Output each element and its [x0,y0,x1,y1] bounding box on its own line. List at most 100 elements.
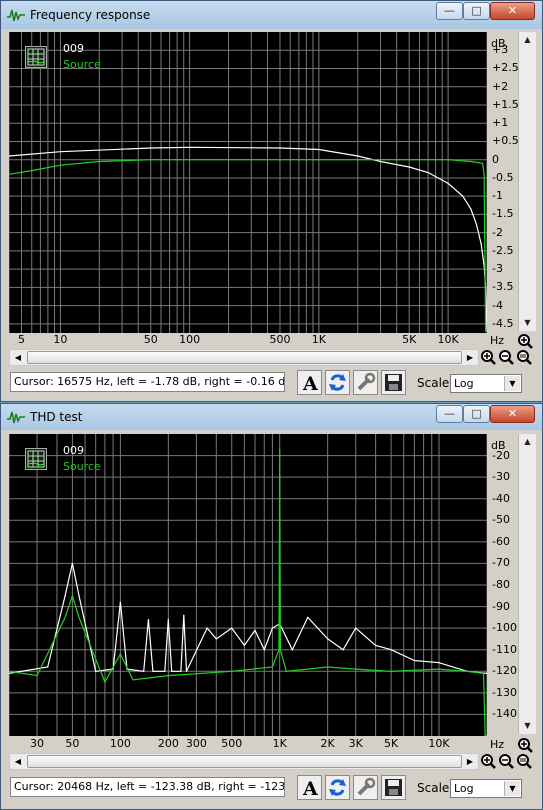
scale-select[interactable]: Log ▼ [450,374,522,393]
y-tick-label: -110 [492,642,517,656]
x-tick-label: 1K [311,333,326,346]
svg-text:A: A [302,373,318,394]
settings-wrench-icon[interactable] [353,775,378,800]
y-tick-label: -40 [492,491,510,505]
data-point-009 [71,562,74,565]
maximize-button[interactable]: □ [463,405,490,423]
data-point-009 [183,614,185,616]
scroll-left-icon[interactable]: ◀ [10,754,26,769]
scroll-down-icon[interactable]: ▼ [519,718,536,734]
series-line-009 [8,563,488,674]
data-point-009 [167,618,169,621]
zoom-fit-icon[interactable] [516,349,533,366]
data-point-009 [390,649,392,651]
minimize-button[interactable]: — [436,2,463,20]
save-icon[interactable] [381,775,406,800]
y-tick-label: 0 [492,152,499,166]
scroll-up-icon[interactable]: ▲ [519,434,536,450]
scale-select[interactable]: Log ▼ [450,779,522,798]
scroll-thumb[interactable] [27,755,462,768]
y-tick-label: -2 [492,225,503,239]
scroll-left-icon[interactable]: ◀ [10,350,26,365]
y-tick-label: -70 [492,556,510,570]
data-point-source [119,653,121,655]
y-tick-label: -140 [492,707,517,721]
x-unit-label: Hz [490,738,505,751]
scroll-down-icon[interactable]: ▼ [519,315,536,331]
font-icon[interactable]: A [297,370,322,395]
x-tick-label: 5 [18,333,26,346]
data-point-009 [462,195,464,197]
data-point-009 [279,147,281,149]
data-point-009 [59,151,62,153]
vertical-scrollbar[interactable]: ▲ ▼ [518,32,536,331]
data-point-source [78,616,80,618]
minimize-button[interactable]: — [436,405,463,423]
settings-wrench-icon[interactable] [353,370,378,395]
vertical-scrollbar[interactable]: ▲ ▼ [518,434,536,734]
data-point-009 [447,182,449,185]
y-tick-label: +0.5 [492,134,519,148]
data-point-source [71,595,74,597]
data-point-source [31,170,33,172]
zoom-in-vertical-icon[interactable] [517,737,534,754]
maximize-button[interactable]: □ [463,2,490,20]
data-point-source [36,675,38,677]
title-bar[interactable]: Frequency response — □ ✕ [1,1,542,29]
data-point-009 [291,649,293,651]
refresh-icon[interactable] [325,775,350,800]
data-point-009 [470,208,472,210]
x-tick-label: 100 [109,737,131,750]
data-point-009 [375,644,377,646]
zoom-fit-icon[interactable] [516,753,533,770]
x-tick-label: 500 [221,737,243,750]
horizontal-scrollbar[interactable]: ◀ ▶ [9,349,479,366]
chevron-down-icon[interactable]: ▼ [504,376,520,391]
y-tick-label: -90 [492,599,510,613]
scroll-right-icon[interactable]: ▶ [462,754,478,769]
data-point-source [482,672,485,675]
scale-value: Log [454,782,474,795]
frequency-response-chart [8,32,488,333]
zoom-out-icon[interactable] [498,349,515,366]
zoom-in-icon[interactable] [480,753,497,770]
waveform-app-icon [7,9,25,22]
y-tick-label: +1 [492,116,509,130]
y-tick-label: -20 [492,448,510,462]
save-icon[interactable] [381,370,406,395]
data-point-009 [263,649,265,651]
data-point-source [447,159,449,161]
grid-toggle-icon[interactable] [25,448,47,470]
zoom-in-icon[interactable] [480,349,497,366]
data-point-source [355,668,357,670]
plot-area[interactable]: 009 Source [8,434,488,737]
data-point-009 [271,627,274,629]
data-point-009 [119,601,121,603]
horizontal-scrollbar[interactable]: ◀ ▶ [9,753,479,770]
data-point-source [483,173,485,175]
scroll-thumb[interactable] [27,351,462,364]
title-bar[interactable]: THD test — □ ✕ [1,404,542,430]
zoom-in-vertical-icon[interactable] [517,333,534,350]
scroll-right-icon[interactable]: ▶ [462,350,478,365]
chevron-down-icon[interactable]: ▼ [504,781,520,796]
data-point-009 [215,638,217,640]
y-tick-label: -1.5 [492,207,514,221]
close-button[interactable]: ✕ [490,2,535,20]
zoom-out-icon[interactable] [498,753,515,770]
close-button[interactable]: ✕ [490,405,535,423]
data-point-source [484,330,487,332]
grid-toggle-icon[interactable] [25,46,47,68]
font-icon[interactable]: A [297,775,322,800]
thd-test-window: THD test — □ ✕ 009 Source dB ▲ ▼ Hz ◀ ▶ … [0,403,543,810]
data-point-source [231,670,233,672]
y-tick-label: -30 [492,470,510,484]
scroll-up-icon[interactable]: ▲ [519,32,536,48]
data-point-009 [357,155,359,157]
y-tick-label: -3.5 [492,280,514,294]
data-point-009 [47,666,49,668]
plot-area[interactable]: 009 Source [8,32,488,333]
data-point-source [285,670,287,672]
y-tick-label: -130 [492,685,517,699]
refresh-icon[interactable] [325,370,350,395]
